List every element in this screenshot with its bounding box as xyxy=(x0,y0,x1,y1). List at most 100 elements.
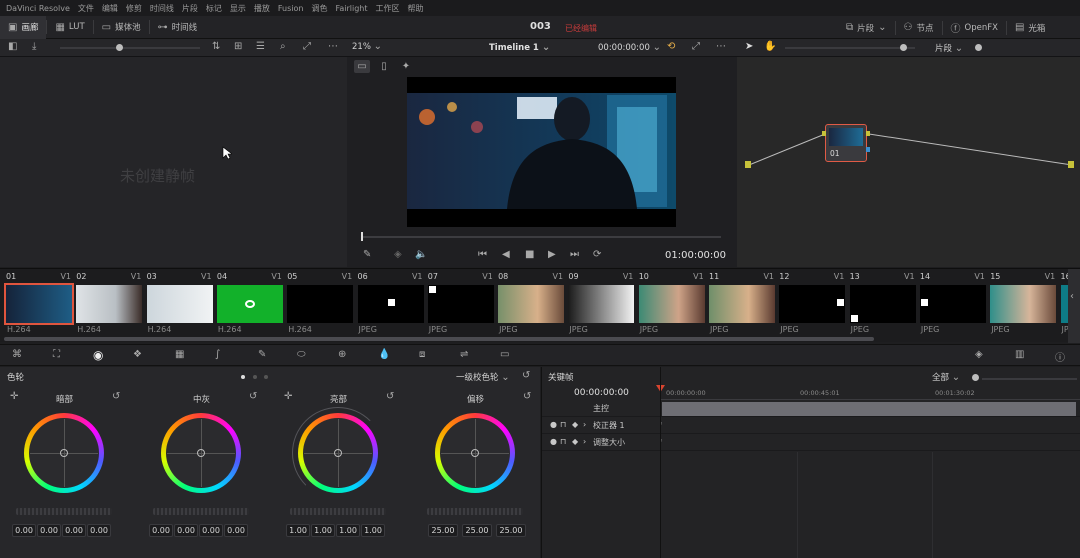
audio-icon[interactable]: 🔈 xyxy=(415,249,427,260)
rgb-mixer-icon[interactable]: ▦ xyxy=(175,349,184,360)
wheel-value-field[interactable]: 1.00 xyxy=(361,524,385,537)
gallery-button[interactable]: ▣ 画廊 xyxy=(0,15,47,39)
clip-thumbnail[interactable]: 02 V1 H.264 xyxy=(74,271,144,341)
color-wheel[interactable] xyxy=(435,413,515,493)
wheel-value-field[interactable]: 25.00 xyxy=(496,524,526,537)
wheel-mode-selector[interactable]: 一级校色轮 ⌄ xyxy=(456,371,510,383)
pointer-icon[interactable]: ➤ xyxy=(745,41,753,52)
reset-all-icon[interactable]: ↺ xyxy=(522,370,530,381)
clip-thumbnail[interactable]: 07 V1 JPEG xyxy=(426,271,496,341)
output-port[interactable] xyxy=(1068,161,1074,168)
clip-thumbnail[interactable]: 01 V1 H.264 xyxy=(4,271,74,341)
node-output-port[interactable] xyxy=(866,131,870,136)
page-dot[interactable] xyxy=(264,375,268,379)
qualifier-icon[interactable]: ✎ xyxy=(258,349,266,360)
viewer-more-icon[interactable]: ⋯ xyxy=(716,41,726,52)
search-icon[interactable]: ⌕ xyxy=(280,41,286,52)
wheel-value-field[interactable]: 1.00 xyxy=(286,524,310,537)
wheel-handle[interactable] xyxy=(197,449,205,457)
clip-thumbnail[interactable]: 09 V1 JPEG xyxy=(566,271,636,341)
more-icon[interactable]: ⋯ xyxy=(328,41,338,52)
color-wheel[interactable] xyxy=(161,413,241,493)
clip-thumbnail[interactable]: 06 V1 JPEG xyxy=(356,271,426,341)
wheel-value-field[interactable]: 1.00 xyxy=(336,524,360,537)
lightbox-button[interactable]: ▤ 光箱 xyxy=(1007,16,1053,39)
highlight-icon[interactable]: ◈ xyxy=(394,249,402,260)
clip-thumbnail[interactable]: 13 V1 JPEG xyxy=(848,271,918,341)
keyframe-row-sizing[interactable]: ● ⊓ ◆ › 调整大小 ◦ xyxy=(542,434,1080,451)
sizing-icon[interactable]: ⇌ xyxy=(460,349,468,360)
menu-item-fairlight[interactable]: Fairlight xyxy=(335,4,367,13)
keyframe-diamond-icon[interactable]: ◆ xyxy=(572,420,578,429)
nodes-button[interactable]: ⚇ 节点 xyxy=(896,16,942,39)
clip-thumbnail[interactable]: 03 V1 H.264 xyxy=(145,271,215,341)
viewer-timecode-top[interactable]: 00:00:00:00 ⌄ xyxy=(598,42,661,53)
menu-item-help[interactable]: 帮助 xyxy=(408,3,424,14)
picker-icon[interactable]: ✛ xyxy=(284,391,292,402)
wheel-value-field[interactable]: 1.00 xyxy=(311,524,335,537)
wheel-handle[interactable] xyxy=(60,449,68,457)
play-icon[interactable]: ▶ xyxy=(548,249,556,260)
play-reverse-icon[interactable]: ◀ xyxy=(502,249,510,260)
master-track-bar[interactable] xyxy=(662,402,1076,416)
gallery-zoom-slider[interactable] xyxy=(60,47,200,49)
wheel-value-field[interactable]: 0.00 xyxy=(224,524,248,537)
wheel-value-field[interactable]: 0.00 xyxy=(199,524,223,537)
clip-thumbnail[interactable]: 04 V1 H.264 xyxy=(215,271,285,341)
master-wheel-slider[interactable] xyxy=(16,508,112,515)
skip-start-icon[interactable]: ⏮ xyxy=(478,249,487,260)
node-option-handle[interactable] xyxy=(975,44,982,51)
timeline-selector[interactable]: Timeline 1 ⌄ xyxy=(489,42,550,53)
color-match-icon[interactable]: ⛶ xyxy=(53,349,60,360)
tracker-icon[interactable]: ⊕ xyxy=(338,349,346,360)
menu-item-color[interactable]: 调色 xyxy=(311,3,327,14)
collapse-handle[interactable]: ‹ xyxy=(1068,269,1080,343)
viewer-playhead[interactable] xyxy=(361,232,363,241)
wheel-reset-icon[interactable]: ↺ xyxy=(386,391,394,402)
clip-strip-scrollbar[interactable] xyxy=(4,337,874,341)
skip-end-icon[interactable]: ⏭ xyxy=(570,249,579,260)
key-icon[interactable]: ⧈ xyxy=(419,349,425,360)
input-port[interactable] xyxy=(745,161,751,168)
color-wheels-icon[interactable]: ◉ xyxy=(93,348,103,362)
master-wheel-slider[interactable] xyxy=(427,508,523,515)
page-dot[interactable] xyxy=(253,375,257,379)
loop-icon[interactable]: ⟳ xyxy=(593,249,601,260)
picker-icon[interactable]: ✛ xyxy=(10,391,18,402)
wheel-handle[interactable] xyxy=(471,449,479,457)
viewer-fullscreen-icon[interactable]: ⤢ xyxy=(692,41,700,52)
menu-item-file[interactable]: 文件 xyxy=(78,3,94,14)
info-icon[interactable]: ⓘ xyxy=(1055,349,1065,364)
lock-icon[interactable]: ⊓ xyxy=(560,420,566,429)
master-wheel-slider[interactable] xyxy=(290,508,386,515)
page-dot-active[interactable] xyxy=(241,375,245,379)
clip-thumbnail[interactable]: 10 V1 JPEG xyxy=(637,271,707,341)
wheel-reset-icon[interactable]: ↺ xyxy=(523,391,531,402)
expand-icon[interactable]: › xyxy=(583,437,586,446)
wheel-value-field[interactable]: 0.00 xyxy=(149,524,173,537)
color-wheel[interactable] xyxy=(24,413,104,493)
sort-icon[interactable]: ⇅ xyxy=(212,41,220,52)
node-input-port[interactable] xyxy=(822,131,826,136)
wheel-reset-icon[interactable]: ↺ xyxy=(112,391,120,402)
menu-item-playback[interactable]: 播放 xyxy=(254,3,270,14)
keyframe-row-master[interactable]: 主控 xyxy=(542,400,1080,417)
3d-icon[interactable]: ▭ xyxy=(500,349,509,360)
clips-button[interactable]: ⧉ 片段 ⌄ xyxy=(838,16,895,39)
hdr-icon[interactable]: ❖ xyxy=(133,349,142,360)
keyframe-zoom-slider[interactable] xyxy=(982,378,1077,380)
lock-icon[interactable]: ⊓ xyxy=(560,437,566,446)
media-pool-button[interactable]: ▭ 媒体池 xyxy=(94,16,149,39)
menu-item-view[interactable]: 显示 xyxy=(230,3,246,14)
keyframe-diamond-icon[interactable]: ◆ xyxy=(572,437,578,446)
clip-thumbnail[interactable]: 08 V1 JPEG xyxy=(496,271,566,341)
keyframes-icon[interactable]: ◈ xyxy=(975,349,983,360)
window-icon[interactable]: ⬭ xyxy=(297,349,306,360)
wheel-value-field[interactable]: 25.00 xyxy=(462,524,492,537)
node-key-port[interactable] xyxy=(866,147,870,152)
wheel-handle[interactable] xyxy=(334,449,342,457)
import-icon[interactable]: ⤓ xyxy=(32,41,36,52)
viewer-zoom[interactable]: 21% ⌄ xyxy=(352,41,382,52)
viewer-scrubber[interactable] xyxy=(361,236,721,238)
video-frame[interactable] xyxy=(407,77,676,227)
